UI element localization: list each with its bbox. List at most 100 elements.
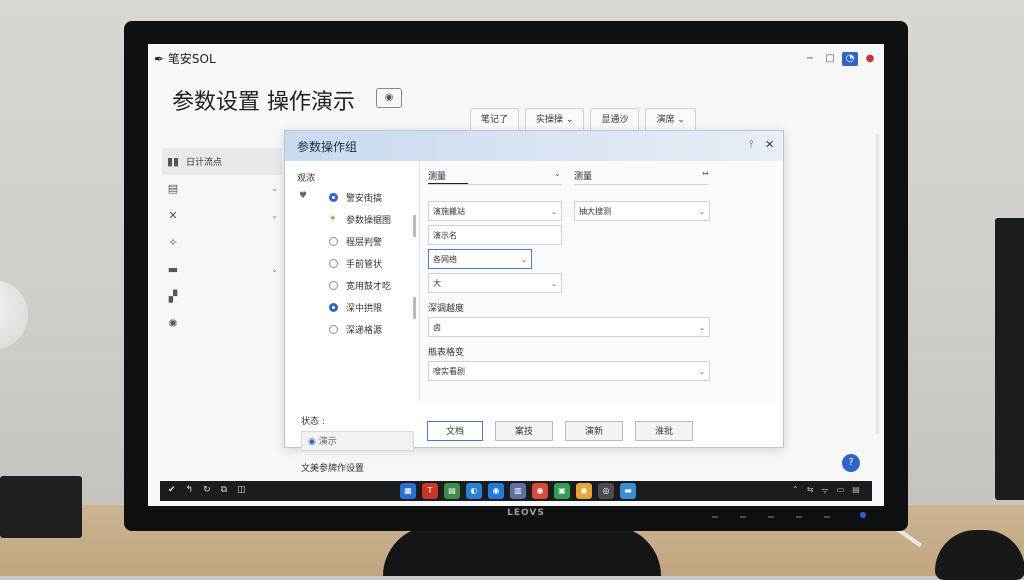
demo-button[interactable]: 演新 [565,421,623,441]
option-item[interactable]: 深中拱限 [329,297,382,317]
sidebar-item-documents[interactable]: ▤ ⌄ [162,175,282,202]
help-icon[interactable]: ? [842,454,860,472]
tech-button[interactable]: 案技 [495,421,553,441]
dropdown-value: 大 [433,279,441,288]
account-button[interactable]: ◔ [842,52,858,66]
chevron-down-icon: ⌄ [271,265,278,274]
taskbar-app-icon[interactable]: ▤ [444,483,460,499]
dialog-title: 参数操作组 [297,140,358,154]
window-icon[interactable]: ◫ [237,485,246,495]
sidebar-item-stats[interactable]: ▮▮ 日计流点 [162,148,282,175]
scrollbar[interactable] [876,134,879,434]
taskbar-app-icon[interactable]: ◎ [598,483,614,499]
dropdown-wide-2[interactable]: 嗖实看剧 ⌄ [428,361,710,381]
taskbar-app-icon[interactable]: T [422,483,438,499]
sidebar-item-settings[interactable]: ✺ [162,310,282,337]
chevron-up-icon[interactable]: ⌃ [792,485,799,496]
toolbar-tab-demo[interactable]: 演席 ⌄ [645,108,696,132]
taskbar-app-icon[interactable]: ▣ [554,483,570,499]
sidebar-item-network[interactable]: ▞ [162,283,282,310]
sidebar-item-favorites[interactable]: ✧ [162,229,282,256]
taskbar-app-icon[interactable]: ◐ [466,483,482,499]
divider [574,184,708,185]
option-item[interactable]: ✦ 参数操据图 [329,209,391,229]
chevron-down-icon: ⌄ [699,324,705,332]
document-button[interactable]: 文档 [427,421,483,441]
option-label: 深中拱限 [346,303,383,314]
wifi-icon[interactable]: ᯤ [821,485,828,496]
toolbar-tab-display[interactable]: 显通沙 [590,108,640,132]
option-item[interactable]: 深递格源 [329,319,382,339]
record-icon[interactable]: ◉ [376,88,402,108]
check-icon[interactable]: ✔ [168,485,176,495]
divider [428,184,562,185]
dropdown-col1-row1[interactable]: 演施搬站 ⌄ [428,201,562,221]
app-title: ✒ 笔安SOL [154,50,216,67]
gear-icon: ✺ [168,317,178,330]
dropdown-col1-row4[interactable]: 大 ⌄ [428,273,562,293]
parameter-dialog: 参数操作组 ⫯ ✕ 观浓 ♥ 警安街搞 ✦ 参数操据图 程层判警 手前管状 宽用… [284,130,784,448]
option-item[interactable]: 宽用鼓才吃 [329,275,391,295]
expand-icon[interactable]: ↔ [702,169,709,178]
option-item[interactable]: 警安街搞 [329,187,382,207]
dropdown-col1-row3[interactable]: 各网络 ⌄ [428,249,532,269]
radio-selected[interactable] [329,302,338,312]
chevron-down-icon: ⌄ [551,280,557,288]
monitor-button [768,516,774,518]
chevron-down-icon: ⌄ [699,208,705,216]
sync-icon[interactable]: ⇆ [807,485,814,496]
app-name: 笔安SOL [167,52,216,66]
chevron-down-icon: ⌄ [699,368,705,376]
pin-icon[interactable]: ⫯ [749,139,753,150]
collapse-icon[interactable]: ♥ [299,191,307,201]
taskbar-app-icon[interactable]: ◉ [532,483,548,499]
option-label: 参数操据图 [346,215,392,226]
toolbar-tab-ops[interactable]: 实操操 ⌄ [525,108,585,132]
option-item[interactable]: 程层判警 [329,231,382,251]
option-label: 宽用鼓才吃 [346,281,392,292]
settings-footer-link[interactable]: 文美参牌作设置 [301,461,364,474]
star-icon: ✧ [168,236,178,249]
sidebar-item-label: 日计流点 [186,158,223,168]
option-label: 手前管状 [346,259,383,270]
approve-button[interactable]: 淮批 [635,421,693,441]
minimize-button[interactable]: − [802,52,818,66]
chevron-down-icon: ⌄ [551,208,557,216]
close-icon[interactable]: ✕ [765,138,774,151]
options-scrollbar[interactable] [413,215,416,237]
router-box [0,476,82,538]
radio-selected[interactable] [329,192,338,202]
taskbar-app-icon[interactable]: ▥ [510,483,526,499]
radio-unselected[interactable] [329,258,338,268]
copy-icon[interactable]: ⧉ [221,485,227,495]
close-button[interactable]: ● [862,52,878,66]
taskbar-app-icon[interactable]: ◉ [576,483,592,499]
radio-unselected[interactable] [329,280,338,290]
sidebar-item-folders[interactable]: ▬ ⌄ [162,256,282,283]
monitor-button [796,516,802,518]
radio-unselected[interactable] [329,324,338,334]
taskbar-app-icon[interactable]: ◉ [488,483,504,499]
undo-icon[interactable]: ↰ [186,485,194,495]
battery-icon[interactable]: ▭ [837,485,845,496]
input-col1-row2[interactable]: 演示名 [428,225,562,245]
monitor-stand [383,526,661,576]
option-label: 深递格源 [346,325,383,336]
maximize-button[interactable]: □ [822,52,838,66]
dropdown-col2-row1[interactable]: 抽大搜测 ⌄ [574,201,710,221]
dropdown-wide-1[interactable]: 卤 ⌄ [428,317,710,337]
page-title: 参数设置 操作演示 [172,90,355,115]
power-led [860,512,866,518]
system-tray: ⌃ ⇆ ᯤ ▭ ▤ [792,485,860,496]
options-scrollbar[interactable] [413,297,416,319]
taskbar-app-icon[interactable]: ▦ [400,483,416,499]
option-item[interactable]: 手前管状 [329,253,382,273]
document-icon: ▤ [167,182,179,195]
sidebar-item-tools[interactable]: ✕ ⌄ [162,202,282,229]
radio-unselected[interactable] [329,236,338,246]
taskbar-app-icon[interactable]: ▬ [620,483,636,499]
status-field[interactable]: ◉ 演示 [301,431,414,451]
notification-icon[interactable]: ▤ [852,485,860,496]
settings-panel: 测量 ⌄ 测量 ↔ 演施搬站 ⌄ 抽大搜测 ⌄ 演示名 各网络 ⌄ 大 ⌄ 深调越度 [419,161,776,401]
redo-icon[interactable]: ↻ [203,485,211,495]
